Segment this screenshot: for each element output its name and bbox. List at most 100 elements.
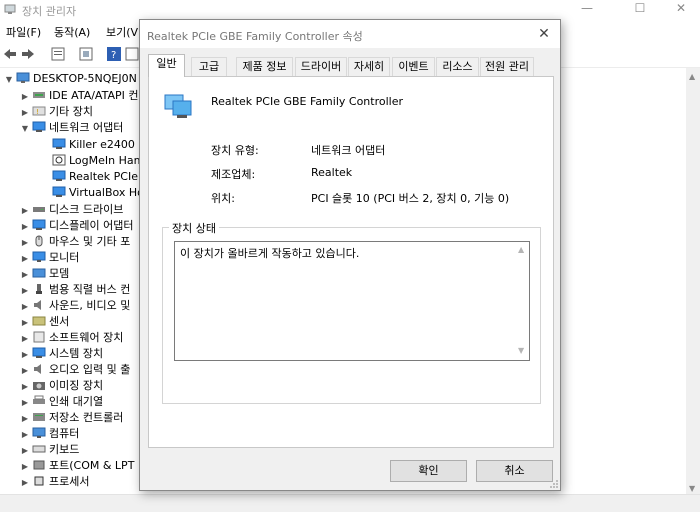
tree-item-keyboard[interactable]: ▶ 키보드	[20, 442, 79, 458]
expand-chevron-icon[interactable]: ▶	[20, 475, 30, 491]
maximize-button[interactable]: ☐	[623, 1, 657, 18]
tab-events[interactable]: 이벤트	[392, 57, 435, 76]
tree-item-monitor[interactable]: ▶ 모니터	[20, 250, 79, 266]
tree-item-display[interactable]: ▶ 디스플레이 어댑터	[20, 218, 134, 235]
disk-drive-icon	[33, 207, 45, 212]
expand-chevron-icon[interactable]: ▶	[20, 89, 30, 105]
tree-item-modem[interactable]: ▶ 모뎀	[20, 266, 69, 282]
tree-root-label: DESKTOP-5NQEJ0N	[33, 72, 137, 85]
network-adapter-icon	[52, 138, 66, 149]
ide-controller-icon	[33, 92, 45, 98]
dialog-title-bar: Realtek PCIe GBE Family Controller 속성 ✕	[140, 20, 560, 48]
tree-item-network[interactable]: ▼ 네트워크 어댑터	[20, 120, 123, 136]
computer-icon	[32, 427, 46, 438]
tree-item-other[interactable]: ▶! 기타 장치	[20, 104, 93, 120]
expand-chevron-icon[interactable]: ▶	[20, 105, 30, 121]
expand-chevron-icon[interactable]: ▶	[20, 251, 30, 267]
expand-chevron-icon[interactable]: ▶	[20, 459, 30, 475]
menu-action[interactable]: 동작(A)	[54, 24, 90, 40]
tree-child-logmein[interactable]: LogMeIn Ham	[50, 153, 144, 169]
properties-dialog: Realtek PCIe GBE Family Controller 속성 ✕ …	[139, 19, 561, 491]
tree-item-usb[interactable]: ▶ 범용 직렬 버스 컨	[20, 282, 130, 298]
tree-item-sound[interactable]: ▶ 사운드, 비디오 및	[20, 298, 130, 314]
sound-icon	[34, 300, 41, 310]
resize-grip-icon[interactable]	[549, 479, 559, 489]
tab-driver[interactable]: 드라이버	[295, 57, 347, 76]
help-icon[interactable]: ?	[106, 46, 122, 62]
tree-item-port[interactable]: ▶ 포트(COM & LPT	[20, 458, 135, 475]
scroll-up-icon[interactable]: ▲	[689, 72, 695, 81]
tab-power-management[interactable]: 전원 관리	[480, 57, 534, 76]
status-scrollbar[interactable]: ▲ ▼	[515, 242, 529, 360]
tree-child-realtek[interactable]: Realtek PCIe G	[50, 169, 150, 185]
expand-chevron-icon[interactable]: ▶	[20, 235, 30, 251]
ok-button[interactable]: 확인	[390, 460, 467, 482]
scroll-up-icon[interactable]: ▲	[518, 245, 524, 254]
back-icon[interactable]	[2, 46, 18, 62]
location-value: PCI 슬롯 10 (PCI 버스 2, 장치 0, 기능 0)	[311, 192, 510, 205]
tab-resources[interactable]: 리소스	[436, 57, 479, 76]
expand-chevron-icon[interactable]: ▶	[20, 283, 30, 299]
forward-icon[interactable]	[20, 46, 36, 62]
tree-item-mouse[interactable]: ▶ 마우스 및 기타 포	[20, 234, 130, 250]
tab-general[interactable]: 일반	[148, 54, 185, 77]
location-label: 위치:	[211, 192, 235, 205]
device-status-label: 장치 상태	[169, 220, 219, 236]
menu-view[interactable]: 보기(V)	[106, 24, 142, 40]
tree-item-software[interactable]: ▶ 소프트웨어 장치	[20, 330, 123, 346]
scroll-down-icon[interactable]: ▼	[518, 346, 524, 355]
scroll-down-icon[interactable]: ▼	[689, 484, 695, 493]
expand-chevron-icon[interactable]: ▶	[20, 427, 30, 443]
expand-chevron-icon[interactable]: ▶	[20, 331, 30, 347]
tree-item-computer[interactable]: ▶ 컴퓨터	[20, 426, 79, 442]
dialog-close-button[interactable]: ✕	[534, 25, 554, 43]
tree-item-sensor[interactable]: ▶ 센서	[20, 314, 69, 330]
cancel-button[interactable]: 취소	[476, 460, 553, 482]
dialog-title: Realtek PCIe GBE Family Controller 속성	[147, 30, 363, 43]
collapse-chevron-icon[interactable]: ▼	[4, 72, 14, 88]
collapse-chevron-icon[interactable]: ▼	[20, 121, 30, 137]
expand-chevron-icon[interactable]: ▶	[20, 315, 30, 331]
tree-item-print[interactable]: ▶ 인쇄 대기열	[20, 394, 103, 410]
tree-item-imaging[interactable]: ▶ 이미징 장치	[20, 378, 103, 394]
tab-advanced[interactable]: 고급	[191, 57, 227, 76]
expand-chevron-icon[interactable]: ▶	[20, 443, 30, 459]
tree-item-processor[interactable]: ▶ 프로세서	[20, 474, 90, 491]
logmein-adapter-icon	[52, 154, 66, 166]
device-status-textbox[interactable]: 이 장치가 올바르게 작동하고 있습니다. ▲ ▼	[174, 241, 530, 361]
properties-icon[interactable]	[50, 46, 66, 62]
tree-item-storage[interactable]: ▶ 저장소 컨트롤러	[20, 410, 123, 426]
expand-chevron-icon[interactable]: ▶	[20, 299, 30, 315]
expand-chevron-icon[interactable]: ▶	[20, 203, 30, 219]
close-button[interactable]: ✕	[664, 1, 698, 18]
tree-item-ide[interactable]: ▶ IDE ATA/ATAPI 컨	[20, 88, 139, 105]
expand-chevron-icon[interactable]: ▶	[20, 219, 30, 235]
tree-item-audio[interactable]: ▶ 오디오 입력 및 출	[20, 362, 130, 378]
display-adapter-icon	[32, 219, 46, 230]
expand-chevron-icon[interactable]: ▶	[20, 267, 30, 283]
device-type-label: 장치 유형:	[211, 144, 259, 157]
tab-details[interactable]: 자세히	[348, 57, 390, 76]
tree-child-virtualbox[interactable]: VirtualBox Ho	[50, 185, 144, 201]
horizontal-scrollbar[interactable]	[0, 494, 700, 512]
expand-chevron-icon[interactable]: ▶	[20, 347, 30, 363]
menu-file[interactable]: 파일(F)	[6, 24, 41, 40]
tree-item-disk[interactable]: ▶ 디스크 드라이브	[20, 202, 123, 218]
tab-product-info[interactable]: 제품 정보	[236, 57, 293, 76]
view-icon[interactable]	[124, 46, 140, 62]
expand-chevron-icon[interactable]: ▶	[20, 363, 30, 379]
mouse-icon	[35, 235, 43, 247]
tree-item-system[interactable]: ▶ 시스템 장치	[20, 346, 103, 362]
port-icon	[33, 460, 45, 470]
vertical-scrollbar[interactable]: ▲ ▼	[686, 68, 700, 498]
expand-chevron-icon[interactable]: ▶	[20, 395, 30, 411]
expand-chevron-icon[interactable]: ▶	[20, 379, 30, 395]
update-icon[interactable]	[78, 46, 94, 62]
computer-icon	[16, 72, 30, 83]
tree-child-killer[interactable]: Killer e2400 G	[50, 137, 147, 153]
network-adapter-icon	[164, 94, 192, 118]
title-bar: 장치 관리자 — ☐ ✕	[0, 0, 700, 19]
minimize-button[interactable]: —	[570, 1, 604, 18]
expand-chevron-icon[interactable]: ▶	[20, 411, 30, 427]
tree-root[interactable]: ▼ DESKTOP-5NQEJ0N	[4, 71, 137, 87]
